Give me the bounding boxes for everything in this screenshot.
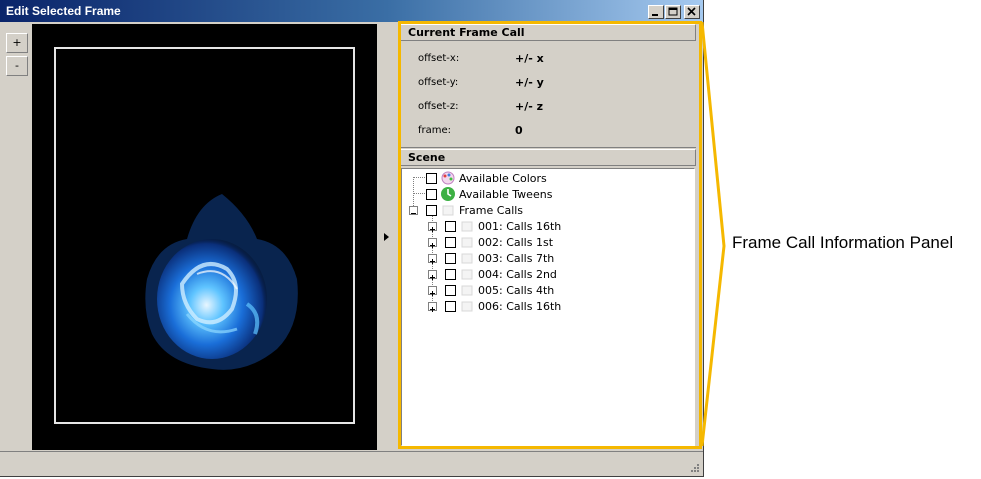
plus-icon [430, 227, 435, 232]
offset-z-label: offset-z: [418, 101, 459, 112]
expand-toggle[interactable] [428, 302, 437, 312]
tween-icon [441, 187, 455, 201]
minimize-icon [652, 14, 658, 16]
frame-icon [461, 237, 473, 248]
tree-node-label: 006: Calls 16th [478, 299, 562, 313]
checkbox[interactable] [426, 172, 437, 184]
plus-icon [430, 275, 435, 280]
expand-toggle[interactable] [428, 238, 437, 248]
tree-node-frame-call[interactable]: 004: Calls 2nd [445, 266, 557, 282]
checkbox[interactable] [426, 204, 437, 216]
offset-y-label: offset-y: [418, 77, 459, 88]
resize-grip-icon[interactable] [688, 461, 700, 473]
tree-node-label: Frame Calls [459, 203, 524, 217]
tree-node-label: 005: Calls 4th [478, 283, 555, 297]
expand-toggle[interactable] [428, 254, 437, 264]
checkbox[interactable] [445, 284, 456, 296]
edit-frame-window: Edit Selected Frame + - Current Frame Ca… [0, 0, 704, 477]
window-title: Edit Selected Frame [6, 4, 121, 18]
frame-icon [461, 221, 473, 232]
callout-bracket [700, 21, 726, 447]
tree-node-frame-call[interactable]: 006: Calls 16th [445, 298, 561, 314]
checkbox[interactable] [445, 268, 456, 280]
checkbox[interactable] [445, 236, 456, 248]
frame-icon [461, 301, 473, 312]
expand-toggle[interactable] [428, 270, 437, 280]
offset-x-label: offset-x: [418, 53, 460, 64]
minimize-button[interactable] [648, 5, 664, 19]
status-bar [0, 451, 703, 476]
maximize-icon [668, 7, 678, 16]
close-icon [687, 7, 696, 16]
zoom-out-button[interactable]: - [6, 56, 28, 76]
expand-toggle[interactable] [428, 286, 437, 296]
tree-node-frame-calls[interactable]: Frame Calls [426, 202, 523, 218]
frame-icon [442, 205, 454, 216]
offset-z-value[interactable]: +/- z [515, 100, 543, 113]
checkbox[interactable] [445, 252, 456, 264]
offset-x-value[interactable]: +/- x [515, 52, 544, 65]
title-bar[interactable]: Edit Selected Frame [0, 0, 703, 22]
close-button[interactable] [684, 5, 700, 19]
checkbox[interactable] [426, 188, 437, 200]
tree-node-frame-call[interactable]: 005: Calls 4th [445, 282, 554, 298]
tree-node-frame-call[interactable]: 002: Calls 1st [445, 234, 553, 250]
scene-header: Scene [400, 149, 696, 166]
sprite-image [145, 194, 298, 370]
current-frame-call-header: Current Frame Call [400, 24, 696, 41]
tree-node-label: 003: Calls 7th [478, 251, 555, 265]
plus-icon [430, 259, 435, 264]
plus-icon [430, 307, 435, 312]
offset-y-value[interactable]: +/- y [515, 76, 544, 89]
collapse-toggle[interactable] [409, 206, 418, 215]
frame-icon [461, 253, 473, 264]
scene-tree[interactable]: Available Colors Available Tweens Frame … [401, 168, 695, 446]
frame-preview-canvas[interactable] [32, 24, 377, 450]
tree-node-available-tweens[interactable]: Available Tweens [426, 186, 552, 202]
tree-node-label: Available Tweens [459, 187, 553, 201]
palette-icon [441, 171, 455, 185]
tree-node-label: 002: Calls 1st [478, 235, 554, 249]
zoom-in-button[interactable]: + [6, 33, 28, 53]
frame-icon [461, 285, 473, 296]
panel-splitter[interactable] [377, 24, 398, 450]
tree-node-frame-call[interactable]: 001: Calls 16th [445, 218, 561, 234]
frame-icon [461, 269, 473, 280]
frame-label: frame: [418, 125, 452, 136]
checkbox[interactable] [445, 300, 456, 312]
tree-node-available-colors[interactable]: Available Colors [426, 170, 547, 186]
plus-icon [430, 291, 435, 296]
frame-call-info-panel: Current Frame Call offset-x: +/- x offse… [399, 23, 701, 449]
tree-node-label: 004: Calls 2nd [478, 267, 557, 281]
maximize-button[interactable] [665, 5, 681, 19]
checkbox[interactable] [445, 220, 456, 232]
collapse-arrow-icon[interactable] [383, 232, 391, 242]
tree-node-label: 001: Calls 16th [478, 219, 562, 233]
plus-icon [430, 243, 435, 248]
expand-toggle[interactable] [428, 222, 437, 232]
current-frame-call-properties: offset-x: +/- x offset-y: +/- y offset-z… [400, 42, 696, 148]
annotation-label: Frame Call Information Panel [732, 233, 954, 252]
tree-node-frame-call[interactable]: 003: Calls 7th [445, 250, 554, 266]
minus-icon [411, 213, 416, 214]
frame-value[interactable]: 0 [515, 124, 523, 137]
tree-node-label: Available Colors [459, 171, 547, 185]
